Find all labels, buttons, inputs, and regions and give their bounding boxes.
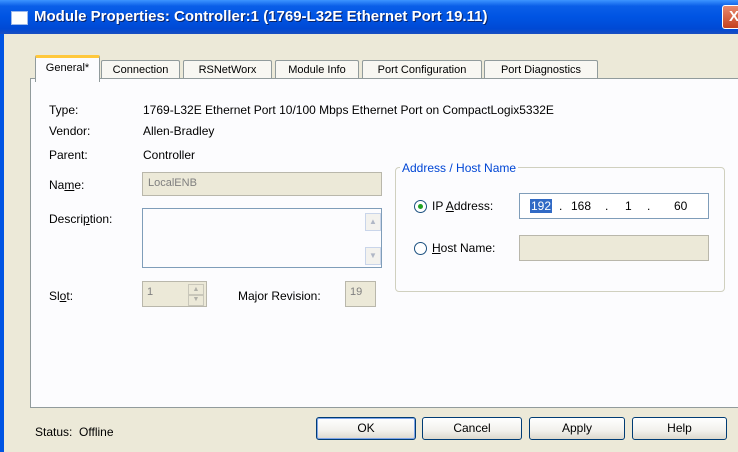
name-label: Name: (49, 178, 85, 192)
ip-octet-4[interactable]: 60 (674, 199, 687, 213)
window-border (0, 34, 4, 452)
window-title: Module Properties: Controller:1 (1769-L3… (34, 8, 488, 25)
description-label: Description: (49, 212, 113, 226)
ip-address-field[interactable]: 192 . 168 . 1 . 60 (519, 193, 709, 219)
vendor-value: Allen-Bradley (143, 124, 215, 138)
type-value: 1769-L32E Ethernet Port 10/100 Mbps Ethe… (143, 103, 554, 117)
address-group-title: Address / Host Name (400, 161, 519, 175)
ip-octet-3[interactable]: 1 (625, 199, 632, 213)
apply-button[interactable]: Apply (529, 417, 625, 440)
scroll-down-icon[interactable]: ▼ (365, 247, 381, 265)
parent-label: Parent: (49, 148, 88, 162)
ip-address-radio[interactable] (414, 200, 427, 213)
description-field[interactable]: ▲ ▼ (142, 208, 382, 268)
name-field[interactable]: LocalENB (142, 172, 382, 196)
cancel-button[interactable]: Cancel (422, 417, 522, 440)
ip-octet-2[interactable]: 168 (571, 199, 591, 213)
tab-module-info[interactable]: Module Info (275, 60, 359, 79)
tab-rsnetworx[interactable]: RSNetWorx (183, 60, 272, 79)
host-name-field[interactable] (519, 235, 709, 261)
slot-value: 1 (147, 286, 154, 298)
scroll-up-icon[interactable]: ▲ (365, 213, 381, 231)
ok-button[interactable]: OK (316, 417, 416, 440)
status-value: Offline (79, 425, 114, 439)
ip-octet-1[interactable]: 192 (530, 199, 553, 213)
address-group (395, 167, 725, 292)
help-button[interactable]: Help (632, 417, 727, 440)
window-icon (11, 11, 28, 25)
major-revision-field[interactable]: 19 (345, 281, 376, 307)
tab-port-diagnostics[interactable]: Port Diagnostics (484, 60, 598, 79)
status-bar: Status: Offline (35, 425, 114, 439)
close-button[interactable]: X (722, 5, 738, 29)
host-name-radio[interactable] (414, 242, 427, 255)
slot-label: Slot: (49, 289, 74, 303)
slot-spinner[interactable]: 1 ▲ ▼ (142, 281, 207, 307)
tab-connection[interactable]: Connection (101, 60, 180, 79)
major-revision-label: Major Revision: (238, 289, 321, 303)
host-name-label: Host Name: (432, 241, 496, 255)
close-icon: X (728, 8, 738, 25)
tab-port-configuration[interactable]: Port Configuration (362, 60, 482, 79)
spin-down-icon[interactable]: ▼ (188, 294, 204, 306)
parent-value: Controller (143, 148, 196, 162)
tab-general[interactable]: General* (35, 55, 100, 82)
title-bar: Module Properties: Controller:1 (1769-L3… (0, 0, 738, 34)
vendor-label: Vendor: (49, 124, 91, 138)
type-label: Type: (49, 103, 79, 117)
ip-address-label: IP Address: (432, 199, 494, 213)
